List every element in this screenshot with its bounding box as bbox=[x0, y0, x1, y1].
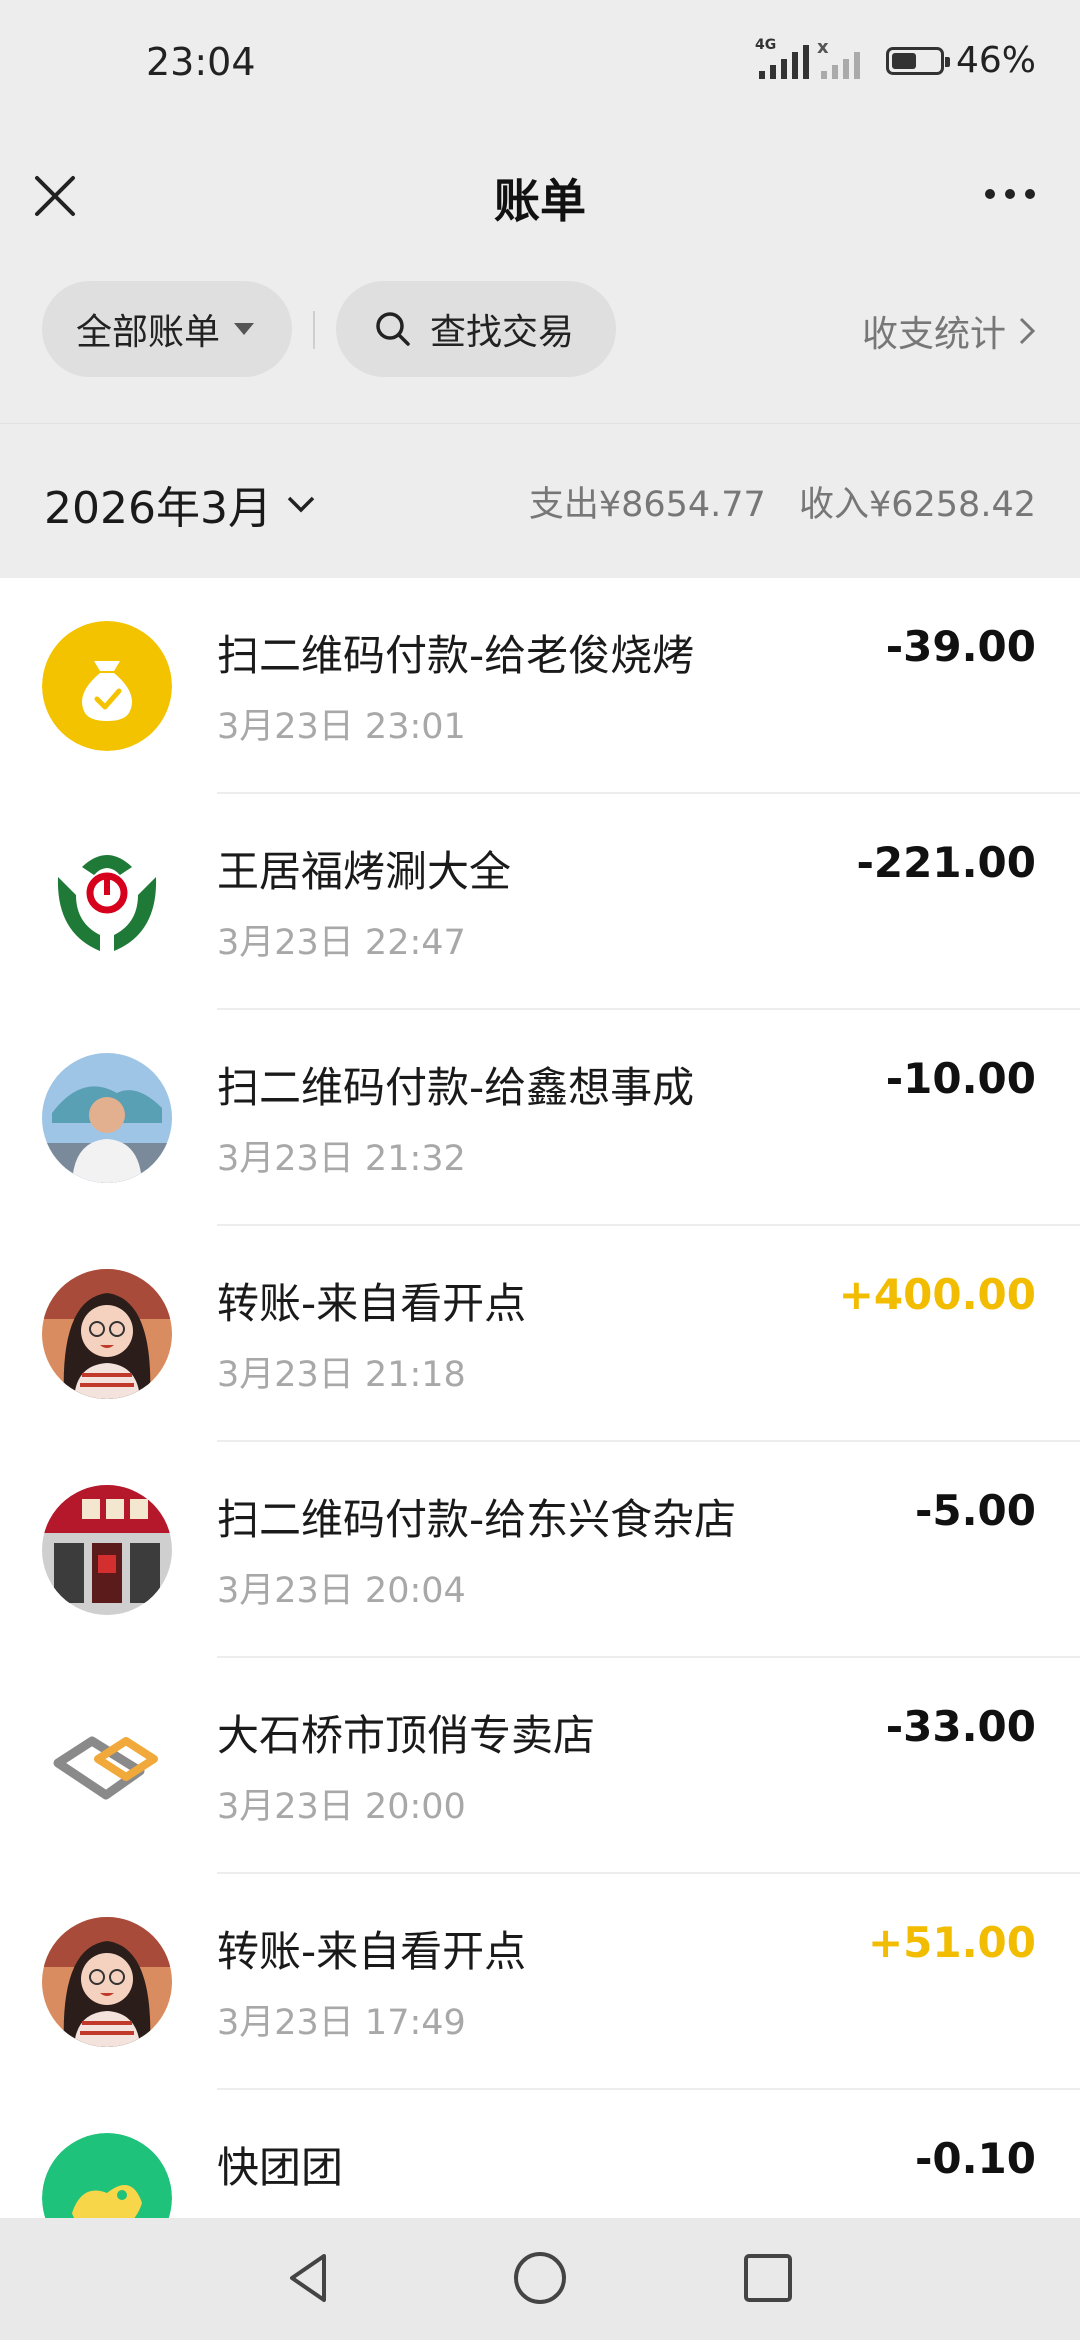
cartoon-avatar bbox=[42, 1917, 172, 2047]
income-expense-stats-link[interactable]: 收支统计 bbox=[862, 305, 1036, 357]
month-label: 2026年3月 bbox=[44, 483, 272, 534]
user-photo bbox=[42, 1053, 172, 1183]
network-type-label: 4G bbox=[754, 36, 777, 53]
transaction-amount: -221.00 bbox=[856, 838, 1036, 887]
battery-percent: 46% bbox=[955, 40, 1036, 81]
transaction-amount: -33.00 bbox=[885, 1702, 1036, 1751]
recents-square-icon[interactable] bbox=[738, 2248, 798, 2308]
page-title: 账单 bbox=[494, 174, 586, 228]
bank-logo bbox=[42, 837, 172, 967]
status-icons: 4G x 46% bbox=[755, 37, 1036, 82]
status-bar: 23:04 4G x 46% bbox=[0, 0, 1080, 135]
transaction-row[interactable]: 扫二维码付款-给老俊烧烤 3月23日 23:01 -39.00 bbox=[0, 578, 1080, 794]
transaction-title: 快团团 bbox=[217, 2143, 344, 2192]
transaction-amount: +51.00 bbox=[867, 1918, 1036, 1967]
filter-divider bbox=[313, 311, 315, 349]
search-transactions-button[interactable]: 查找交易 bbox=[336, 281, 616, 377]
transaction-row[interactable]: 快团团 -0.10 bbox=[0, 2090, 1080, 2218]
transaction-time: 3月23日 20:04 bbox=[217, 1571, 466, 1611]
transaction-row[interactable]: 王居福烤涮大全 3月23日 22:47 -221.00 bbox=[0, 794, 1080, 1010]
signal-icon: 4G bbox=[755, 37, 809, 79]
transaction-amount: -10.00 bbox=[885, 1054, 1036, 1103]
transaction-amount: -39.00 bbox=[885, 622, 1036, 671]
battery-icon bbox=[885, 46, 950, 75]
transaction-row[interactable]: 扫二维码付款-给东兴食杂店 3月23日 20:04 -5.00 bbox=[0, 1442, 1080, 1658]
system-nav-bar bbox=[0, 2218, 1080, 2340]
transaction-row[interactable]: 大石桥市顶俏专卖店 3月23日 20:00 -33.00 bbox=[0, 1658, 1080, 1874]
transaction-title: 转账-来自看开点 bbox=[217, 1279, 527, 1328]
transaction-title: 扫二维码付款-给东兴食杂店 bbox=[217, 1495, 737, 1544]
app-header: 账单 bbox=[0, 135, 1080, 265]
month-selector[interactable]: 2026年3月 bbox=[44, 472, 316, 536]
transaction-amount: +400.00 bbox=[838, 1270, 1036, 1319]
back-triangle-icon[interactable] bbox=[280, 2248, 340, 2308]
transaction-time: 3月23日 23:01 bbox=[217, 707, 466, 747]
transaction-time: 3月23日 21:18 bbox=[217, 1355, 466, 1395]
transaction-row[interactable]: 扫二维码付款-给鑫想事成 3月23日 21:32 -10.00 bbox=[0, 1010, 1080, 1226]
income-total: 收入¥6258.42 bbox=[798, 485, 1036, 525]
app-logo bbox=[42, 2133, 172, 2218]
status-time: 23:04 bbox=[146, 40, 256, 84]
filter-bar: 全部账单 查找交易 收支统计 bbox=[0, 265, 1080, 420]
chevron-down-icon bbox=[287, 496, 315, 513]
all-bills-filter[interactable]: 全部账单 bbox=[42, 281, 292, 377]
transaction-list: 扫二维码付款-给老俊烧烤 3月23日 23:01 -39.00 王居福烤涮大全 … bbox=[0, 578, 1080, 2218]
signal-no-service-icon: x bbox=[817, 37, 860, 79]
search-icon bbox=[376, 312, 410, 346]
transaction-amount: -5.00 bbox=[914, 1486, 1036, 1535]
transaction-time: 3月23日 21:32 bbox=[217, 1139, 466, 1179]
transaction-time: 3月23日 20:00 bbox=[217, 1787, 466, 1827]
expense-total: 支出¥8654.77 bbox=[528, 485, 766, 525]
shop-photo bbox=[42, 1485, 172, 1615]
brand-logo bbox=[42, 1701, 172, 1831]
month-totals: 支出¥8654.77 收入¥6258.42 bbox=[507, 476, 1036, 527]
transaction-title: 大石桥市顶俏专卖店 bbox=[217, 1711, 596, 1760]
transaction-amount: -0.10 bbox=[914, 2134, 1036, 2183]
money-bag-icon bbox=[42, 621, 172, 751]
transaction-time: 3月23日 17:49 bbox=[217, 2003, 466, 2043]
search-label: 查找交易 bbox=[430, 312, 575, 353]
all-bills-label: 全部账单 bbox=[76, 312, 221, 353]
cartoon-avatar bbox=[42, 1269, 172, 1399]
transaction-title: 扫二维码付款-给鑫想事成 bbox=[217, 1063, 695, 1112]
transaction-row[interactable]: 转账-来自看开点 3月23日 21:18 +400.00 bbox=[0, 1226, 1080, 1442]
stats-label: 收支统计 bbox=[861, 314, 1006, 355]
more-icon[interactable] bbox=[980, 169, 1040, 219]
transaction-title: 王居福烤涮大全 bbox=[217, 847, 512, 896]
home-circle-icon[interactable] bbox=[510, 2248, 570, 2308]
chevron-right-icon bbox=[1019, 317, 1036, 345]
transaction-row[interactable]: 转账-来自看开点 3月23日 17:49 +51.00 bbox=[0, 1874, 1080, 2090]
month-summary: 2026年3月 支出¥8654.77 收入¥6258.42 bbox=[0, 423, 1080, 579]
caret-down-icon bbox=[234, 323, 255, 335]
transaction-title: 扫二维码付款-给老俊烧烤 bbox=[217, 631, 695, 680]
transaction-title: 转账-来自看开点 bbox=[217, 1927, 527, 1976]
no-service-label: x bbox=[816, 36, 829, 58]
transaction-time: 3月23日 22:47 bbox=[217, 923, 466, 963]
